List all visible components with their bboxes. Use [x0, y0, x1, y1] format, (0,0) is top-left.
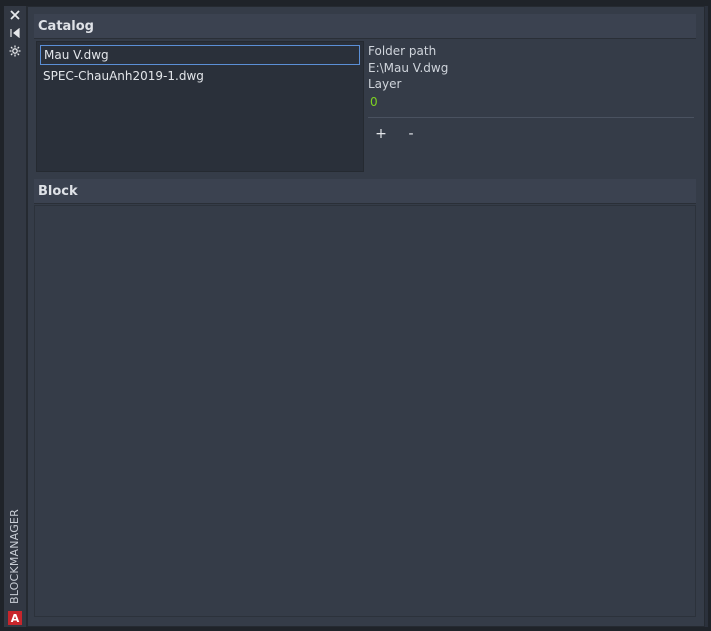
autocad-logo-icon: A [8, 611, 22, 625]
block-manager-panel: Catalog Mau V.dwg SPEC-ChauAnh2019-1.dwg… [27, 6, 705, 627]
block-header[interactable]: Block [34, 179, 696, 204]
layer-value: 0 [370, 95, 378, 109]
list-item[interactable]: SPEC-ChauAnh2019-1.dwg [40, 67, 360, 87]
file-list[interactable]: Mau V.dwg SPEC-ChauAnh2019-1.dwg [36, 41, 364, 172]
folder-path-value: E:\Mau V.dwg [368, 61, 449, 75]
settings-icon[interactable] [8, 44, 22, 58]
palette-title-strip[interactable]: BLOCKMANAGER A [4, 6, 27, 627]
layer-label: Layer [368, 77, 402, 91]
window-frame-bottom [0, 627, 711, 631]
palette-title: BLOCKMANAGER [8, 509, 21, 604]
catalog-section: Mau V.dwg SPEC-ChauAnh2019-1.dwg Folder … [34, 39, 696, 175]
remove-button[interactable]: - [401, 125, 421, 143]
list-item-selected[interactable]: Mau V.dwg [40, 45, 360, 65]
catalog-header[interactable]: Catalog [34, 14, 696, 39]
add-button[interactable]: + [371, 125, 391, 143]
divider [368, 117, 694, 118]
block-area[interactable] [34, 205, 696, 617]
close-icon[interactable] [8, 8, 22, 22]
folder-path-label: Folder path [368, 44, 437, 58]
collapse-icon[interactable] [8, 26, 22, 40]
catalog-info: Folder path E:\Mau V.dwg Layer 0 + - [368, 39, 694, 173]
